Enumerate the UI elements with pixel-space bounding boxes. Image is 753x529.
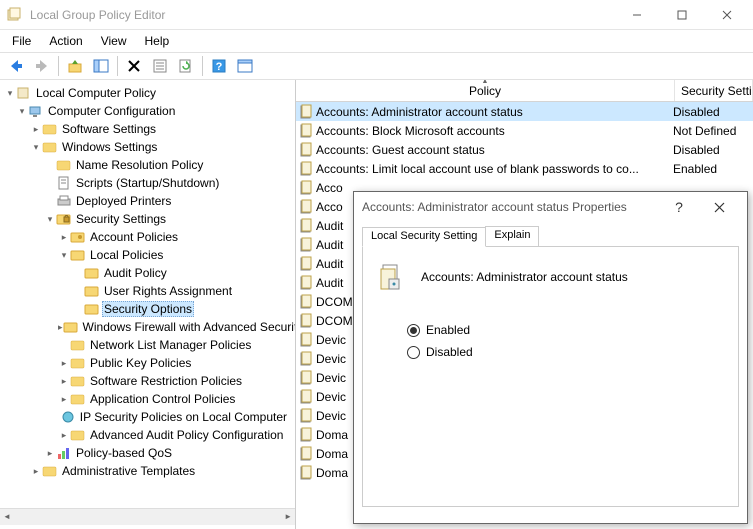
- svg-text:?: ?: [216, 61, 223, 73]
- tree-network-list-manager[interactable]: Network List Manager Policies: [0, 336, 295, 354]
- tab-local-security-setting[interactable]: Local Security Setting: [362, 227, 486, 247]
- delete-button[interactable]: [122, 54, 146, 78]
- minimize-button[interactable]: [614, 1, 659, 29]
- list-row[interactable]: Accounts: Block Microsoft accountsNot De…: [296, 121, 753, 140]
- tree-ip-security-policies[interactable]: IP Security Policies on Local Computer: [0, 408, 295, 426]
- list-header: ▲Policy Security Setting: [296, 80, 753, 102]
- tree-user-rights-assignment[interactable]: User Rights Assignment: [0, 282, 295, 300]
- policy-item-icon: [298, 142, 314, 158]
- policy-name: Accounts: Limit local account use of bla…: [316, 162, 673, 176]
- policy-item-icon: [298, 256, 314, 272]
- tree-local-policies[interactable]: ▾Local Policies: [0, 246, 295, 264]
- back-button[interactable]: [4, 54, 28, 78]
- toolbar: ?: [0, 52, 753, 80]
- policy-item-icon: [298, 161, 314, 177]
- app-icon: [4, 5, 24, 25]
- policy-item-icon: [298, 332, 314, 348]
- radio-disabled-indicator: [407, 346, 420, 359]
- tree-account-policies[interactable]: ▸Account Policies: [0, 228, 295, 246]
- maximize-button[interactable]: [659, 1, 704, 29]
- properties-dialog: Accounts: Administrator account status P…: [353, 191, 748, 524]
- menu-help[interactable]: Help: [137, 32, 178, 50]
- close-button[interactable]: [704, 1, 749, 29]
- policy-item-icon: [298, 218, 314, 234]
- tree-pane: ▾Local Computer Policy ▾Computer Configu…: [0, 80, 296, 529]
- refresh-button[interactable]: [174, 54, 198, 78]
- tree-software-settings[interactable]: ▸Software Settings: [0, 120, 295, 138]
- properties-button[interactable]: [148, 54, 172, 78]
- policy-item-icon: [298, 199, 314, 215]
- menubar: File Action View Help: [0, 30, 753, 52]
- setting-value: Enabled: [673, 162, 751, 176]
- tree-application-control-policies[interactable]: ▸Application Control Policies: [0, 390, 295, 408]
- dialog-titlebar: Accounts: Administrator account status P…: [354, 192, 747, 222]
- dialog-help-button[interactable]: ?: [659, 193, 699, 221]
- policy-item-icon: [298, 446, 314, 462]
- policy-item-icon: [298, 370, 314, 386]
- window-titlebar: Local Group Policy Editor: [0, 0, 753, 30]
- policy-tree[interactable]: ▾Local Computer Policy ▾Computer Configu…: [0, 80, 295, 508]
- column-policy[interactable]: ▲Policy: [296, 80, 675, 101]
- policy-item-icon: [298, 313, 314, 329]
- tree-advanced-audit-policy[interactable]: ▸Advanced Audit Policy Configuration: [0, 426, 295, 444]
- menu-view[interactable]: View: [93, 32, 135, 50]
- filter-button[interactable]: [233, 54, 257, 78]
- policy-name: Accounts: Administrator account status: [316, 105, 673, 119]
- forward-button[interactable]: [30, 54, 54, 78]
- show-hide-tree-button[interactable]: [89, 54, 113, 78]
- tree-administrative-templates[interactable]: ▸Administrative Templates: [0, 462, 295, 480]
- help-button[interactable]: ?: [207, 54, 231, 78]
- list-row[interactable]: Accounts: Limit local account use of bla…: [296, 159, 753, 178]
- tree-audit-policy[interactable]: Audit Policy: [0, 264, 295, 282]
- tree-security-settings[interactable]: ▾Security Settings: [0, 210, 295, 228]
- policy-item-icon: [298, 237, 314, 253]
- policy-item-icon: [298, 408, 314, 424]
- setting-value: Not Defined: [673, 124, 751, 138]
- radio-enabled[interactable]: Enabled: [407, 323, 724, 337]
- dialog-tabstrip: Local Security Setting Explain: [362, 226, 739, 247]
- dialog-tab-content: Accounts: Administrator account status E…: [362, 247, 739, 507]
- list-row[interactable]: Accounts: Administrator account statusDi…: [296, 102, 753, 121]
- tree-scripts[interactable]: Scripts (Startup/Shutdown): [0, 174, 295, 192]
- tree-windows-settings[interactable]: ▾Windows Settings: [0, 138, 295, 156]
- radio-disabled[interactable]: Disabled: [407, 345, 724, 359]
- tab-explain[interactable]: Explain: [485, 226, 539, 246]
- policy-item-icon: [298, 389, 314, 405]
- tree-computer-configuration[interactable]: ▾Computer Configuration: [0, 102, 295, 120]
- tree-root[interactable]: ▾Local Computer Policy: [0, 84, 295, 102]
- dialog-title-text: Accounts: Administrator account status P…: [362, 200, 659, 214]
- tree-hscrollbar[interactable]: [0, 508, 295, 525]
- policy-item-icon: [298, 180, 314, 196]
- policy-name: Accounts: Guest account status: [316, 143, 673, 157]
- policy-item-icon: [298, 294, 314, 310]
- list-row[interactable]: Accounts: Guest account statusDisabled: [296, 140, 753, 159]
- menu-action[interactable]: Action: [41, 32, 90, 50]
- policy-item-icon: [298, 104, 314, 120]
- policy-item-icon: [298, 275, 314, 291]
- tree-deployed-printers[interactable]: Deployed Printers: [0, 192, 295, 210]
- policy-item-icon: [298, 123, 314, 139]
- policy-icon: [377, 261, 409, 293]
- dialog-policy-name: Accounts: Administrator account status: [421, 270, 628, 284]
- policy-name: Accounts: Block Microsoft accounts: [316, 124, 673, 138]
- tree-public-key-policies[interactable]: ▸Public Key Policies: [0, 354, 295, 372]
- up-button[interactable]: [63, 54, 87, 78]
- column-security-setting[interactable]: Security Setting: [675, 80, 753, 101]
- tree-windows-firewall[interactable]: ▸Windows Firewall with Advanced Security: [0, 318, 295, 336]
- radio-enabled-indicator: [407, 324, 420, 337]
- dialog-close-button[interactable]: [699, 193, 739, 221]
- tree-policy-based-qos[interactable]: ▸Policy-based QoS: [0, 444, 295, 462]
- policy-item-icon: [298, 465, 314, 481]
- menu-file[interactable]: File: [4, 32, 39, 50]
- policy-item-icon: [298, 427, 314, 443]
- policy-item-icon: [298, 351, 314, 367]
- setting-value: Disabled: [673, 143, 751, 157]
- tree-security-options[interactable]: Security Options: [0, 300, 295, 318]
- setting-value: Disabled: [673, 105, 751, 119]
- tree-name-resolution-policy[interactable]: Name Resolution Policy: [0, 156, 295, 174]
- tree-software-restriction-policies[interactable]: ▸Software Restriction Policies: [0, 372, 295, 390]
- window-title: Local Group Policy Editor: [30, 8, 614, 22]
